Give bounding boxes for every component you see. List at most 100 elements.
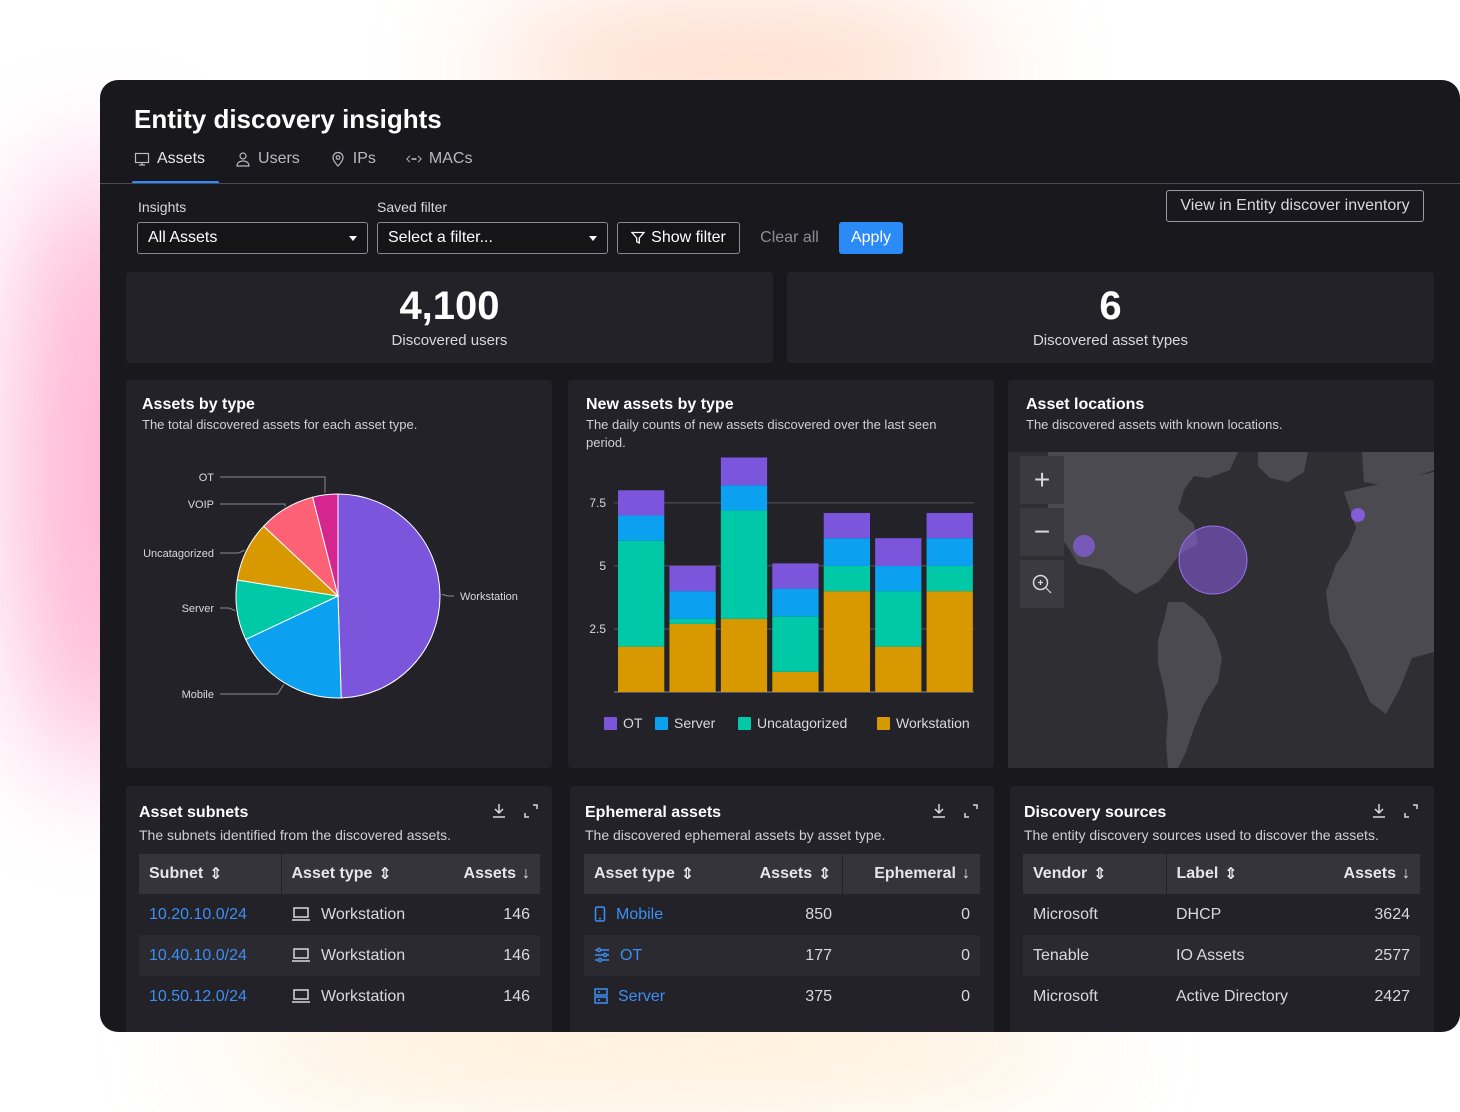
zoom-in-button[interactable]: + [1020,456,1064,504]
download-icon[interactable] [930,802,948,820]
kpi-value: 6 [1099,284,1122,328]
expand-icon[interactable] [1402,802,1420,820]
header-label: Assets [463,865,516,883]
tab-divider [100,183,1460,184]
ephemeral-assets-card: Ephemeral assets The discovered ephemera… [570,786,994,1032]
monitor-icon [134,152,150,166]
pie-leader-line [441,593,454,597]
tab-assets[interactable]: Assets [132,148,220,184]
zoom-reset-button[interactable] [1020,560,1064,608]
column-header-asset-type[interactable]: Asset type ⇕ [584,854,730,894]
map-land [1048,452,1434,768]
sort-desc-icon: ↓ [1402,864,1410,882]
world-map[interactable]: + − [1008,452,1434,768]
column-header-assets[interactable]: Assets ⇕ [730,854,842,894]
bar-segment [669,565,716,592]
tab-bar: Assets Users IPs MACs [132,148,500,184]
bar-segment [926,538,973,566]
tab-ips[interactable]: IPs [328,148,390,180]
bar-segment [720,485,768,511]
card-subtitle: The subnets identified from the discover… [139,827,452,843]
card-actions [930,802,980,820]
asset-type-link[interactable]: Server [584,976,730,1017]
column-header-assets[interactable]: Assets ↓ [1319,854,1420,894]
y-tick-label: 5 [599,559,606,573]
download-icon[interactable] [490,802,508,820]
insights-select[interactable]: All Assets [137,222,368,254]
subnet-link[interactable]: 10.50.12.0/24 [139,976,281,1017]
show-filter-button[interactable]: Show filter [617,222,740,254]
bar-segment [772,563,819,589]
pie-leader-line [220,503,286,507]
assets-cell: 177 [730,935,842,976]
expand-icon[interactable] [962,802,980,820]
zoom-in-label: + [1033,464,1051,495]
bar-segment [618,490,665,516]
bar-segment [669,591,716,619]
sort-desc-icon: ↓ [522,864,530,882]
kpi-value: 4,100 [399,284,500,328]
download-icon[interactable] [1370,802,1388,820]
pie-slice [337,493,441,699]
legend-swatch [655,717,668,730]
apply-button[interactable]: Apply [839,222,903,254]
pie-leader-line [220,684,285,695]
subnet-link[interactable]: 10.20.10.0/24 [139,894,281,935]
sources-table: Vendor ⇕ Label ⇕ Assets ↓ Microsoft DHCP 36… [1023,854,1420,1017]
card-subtitle: The entity discovery sources used to dis… [1024,827,1379,843]
table-row: Microsoft DHCP 3624 [1023,894,1420,935]
legend-label: Server [674,715,716,731]
asset-type-link[interactable]: OT [584,935,730,976]
card-actions [1370,802,1420,820]
bar-segment [823,538,870,566]
vendor-cell: Microsoft [1023,894,1166,935]
zoom-out-button[interactable]: − [1020,508,1064,556]
bar-segment [875,646,922,692]
header-label: Vendor [1033,865,1088,883]
kpi-label: Discovered asset types [1032,332,1189,349]
asset-type-label: Workstation [321,946,406,964]
bar-segment [926,512,973,539]
legend-swatch [604,717,617,730]
asset-type-link[interactable]: Mobile [584,894,730,935]
column-header-assets[interactable]: Assets ↓ [438,854,540,894]
insights-value: All Assets [148,229,218,246]
header-label: Asset type [291,865,373,883]
tab-label: Assets [157,150,206,167]
new-assets-card: New assets by type The daily counts of n… [568,380,994,768]
tab-macs[interactable]: MACs [404,148,487,180]
header-label: Subnet [149,865,204,883]
asset-type-label: Mobile [616,905,664,923]
clear-all-button[interactable]: Clear all [752,222,827,254]
column-header-ephemeral[interactable]: Ephemeral ↓ [841,854,980,894]
assets-by-type-card: Assets by type The total discovered asse… [126,380,552,768]
table-row: Server 375 0 [584,976,980,1017]
card-title: Asset locations [1026,396,1145,413]
expand-icon[interactable] [522,802,540,820]
zoom-out-label: − [1033,516,1051,547]
column-header-vendor[interactable]: Vendor ⇕ [1023,854,1166,894]
caret-down-icon [589,235,597,241]
app-window: Entity discovery insights Assets Users I… [100,80,1460,1032]
bar-segment [618,646,665,692]
tab-users[interactable]: Users [233,148,314,180]
column-header-asset-type[interactable]: Asset type ⇕ [280,854,439,894]
location-pin-icon [332,151,344,167]
caret-down-icon [349,235,357,241]
bar-segment [875,565,922,592]
column-header-label[interactable]: Label ⇕ [1165,854,1320,894]
sort-icon: ⇕ [818,866,832,883]
bar-segment [823,565,870,592]
card-title: Discovery sources [1024,804,1167,821]
laptop-icon [292,907,310,922]
ephemeral-cell: 0 [842,935,980,976]
bar-segment [669,618,716,624]
bar-segment [823,591,870,692]
ephemeral-cell: 0 [842,976,980,1017]
view-inventory-button[interactable]: View in Entity discover inventory [1166,190,1424,222]
column-header-subnet[interactable]: Subnet ⇕ [139,854,281,894]
subnet-link[interactable]: 10.40.10.0/24 [139,935,281,976]
pie-label: Uncatagorized [143,548,214,560]
saved-filter-select[interactable]: Select a filter... [377,222,608,254]
legend-swatch [877,717,890,730]
